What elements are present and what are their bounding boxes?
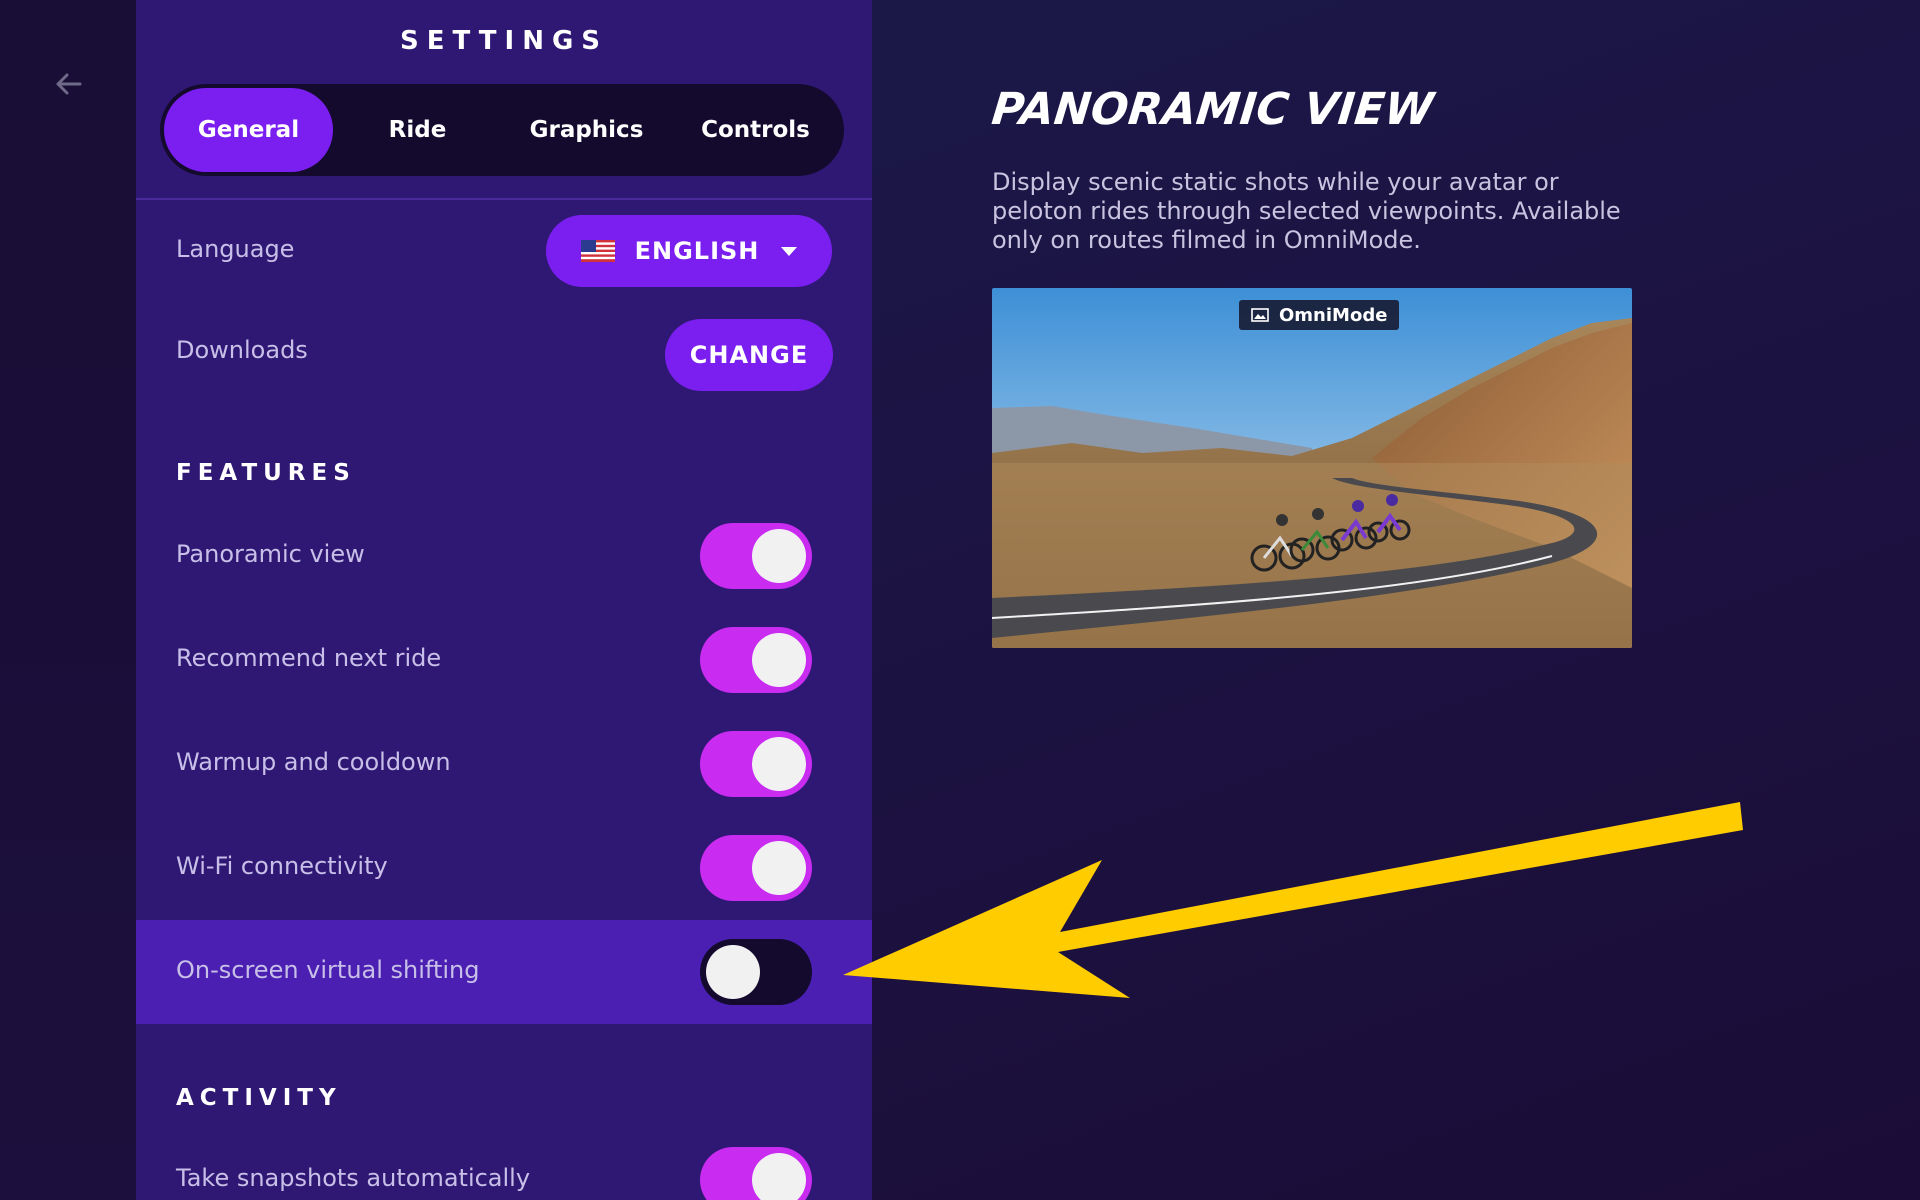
toggle-panoramic-view[interactable] [700, 523, 812, 589]
toggle-knob [752, 841, 806, 895]
back-button[interactable] [46, 62, 90, 106]
feature-label-virtual-shifting: On-screen virtual shifting [176, 956, 480, 984]
toggle-knob [752, 633, 806, 687]
activity-heading: ACTIVITY [176, 1085, 342, 1111]
feature-label-warmup-cooldown: Warmup and cooldown [176, 748, 451, 776]
tab-general[interactable]: General [164, 88, 333, 172]
language-label: Language [176, 235, 295, 263]
us-flag-icon [580, 240, 615, 262]
tab-controls[interactable]: Controls [671, 88, 840, 172]
toggle-knob [706, 945, 760, 999]
back-arrow-icon [56, 73, 82, 95]
panoramic-preview-image: OmniMode [992, 288, 1632, 648]
downloads-label: Downloads [176, 336, 308, 364]
chevron-down-icon [781, 246, 798, 256]
toggle-knob [752, 529, 806, 583]
toggle-warmup-cooldown[interactable] [700, 731, 812, 797]
activity-label-snapshots: Take snapshots automatically [176, 1164, 531, 1192]
desert-road-illustration [992, 288, 1632, 648]
omnimode-badge: OmniMode [1239, 300, 1400, 330]
feature-label-panoramic-view: Panoramic view [176, 540, 365, 568]
feature-label-wifi-connectivity: Wi-Fi connectivity [176, 852, 388, 880]
language-dropdown[interactable]: ENGLISH [546, 215, 832, 287]
settings-tabs: General Ride Graphics Controls [160, 84, 844, 176]
tab-ride[interactable]: Ride [333, 88, 502, 172]
tab-graphics[interactable]: Graphics [502, 88, 671, 172]
image-icon [1251, 308, 1269, 322]
settings-panel: SETTINGS General Ride Graphics Controls … [136, 0, 872, 1200]
detail-title: PANORAMIC VIEW [989, 84, 1436, 135]
settings-title: SETTINGS [399, 26, 609, 56]
toggle-knob [752, 1153, 806, 1200]
feature-label-recommend-next-ride: Recommend next ride [176, 644, 442, 672]
toggle-knob [752, 737, 806, 791]
omnimode-badge-label: OmniMode [1279, 304, 1388, 326]
toggle-wifi-connectivity[interactable] [700, 835, 812, 901]
tabs-divider [136, 198, 872, 200]
features-heading: FEATURES [176, 460, 356, 486]
downloads-change-button[interactable]: CHANGE [665, 319, 833, 391]
language-value: ENGLISH [634, 237, 760, 265]
detail-description: Display scenic static shots while your a… [992, 168, 1621, 254]
toggle-snapshots[interactable] [700, 1147, 812, 1200]
toggle-recommend-next-ride[interactable] [700, 627, 812, 693]
left-rail [0, 0, 136, 1200]
toggle-virtual-shifting[interactable] [700, 939, 812, 1005]
detail-panel: PANORAMIC VIEW Display scenic static sho… [872, 0, 1920, 1200]
